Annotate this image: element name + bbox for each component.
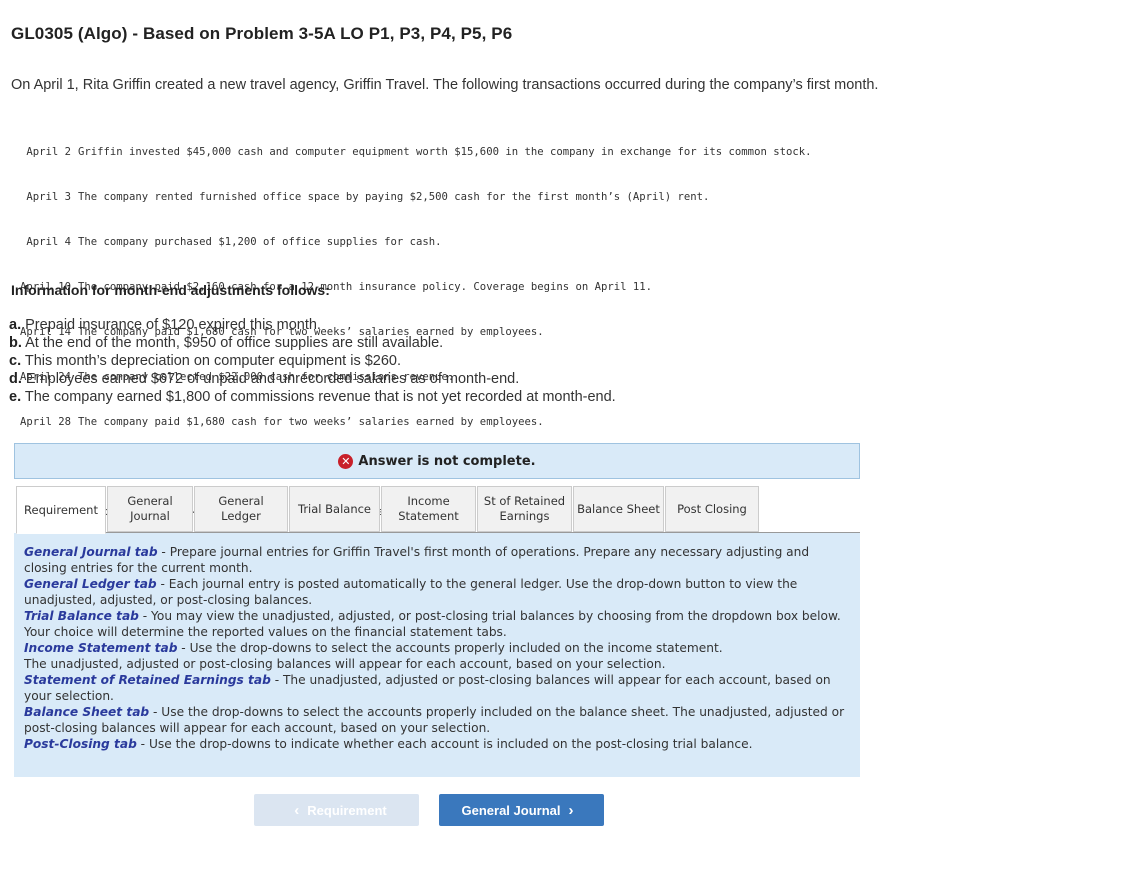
transaction-row: April 3 The company rented furnished offi… — [11, 190, 811, 205]
requirement-label: Trial Balance tab — [24, 609, 139, 623]
previous-button-label: Requirement — [307, 802, 387, 818]
error-x-icon: ✕ — [338, 453, 354, 469]
tab-trial-balance[interactable]: Trial Balance — [289, 486, 380, 532]
requirement-text: - Use the drop-downs to indicate whether… — [136, 737, 753, 751]
requirement-label: General Journal tab — [24, 545, 158, 559]
transaction-row: April 28 The company paid $1,680 cash for… — [11, 415, 811, 430]
next-general-journal-button[interactable]: General Journal › — [439, 794, 604, 826]
tab-balance-sheet[interactable]: Balance Sheet — [573, 486, 664, 532]
requirement-label: General Ledger tab — [24, 577, 157, 591]
adjustment-text: Employees earned $672 of unpaid and unre… — [25, 371, 520, 387]
transaction-text: The company paid $1,680 cash for two wee… — [78, 416, 544, 428]
requirement-label: Income Statement tab — [24, 641, 178, 655]
adjustment-key: c. — [9, 353, 22, 369]
tab-label-line1: General — [127, 494, 173, 508]
tab-label-line1: General — [218, 494, 264, 508]
tab-label: General Journal — [127, 494, 172, 524]
tab-label: General Ledger — [218, 494, 263, 524]
requirement-label: Post-Closing tab — [24, 737, 137, 751]
status-text: Answer is not complete. — [358, 453, 536, 469]
adjustment-text: Prepaid insurance of $120 expired this m… — [25, 317, 321, 333]
tab-post-closing[interactable]: Post Closing — [665, 486, 759, 532]
requirement-label: Statement of Retained Earnings tab — [24, 673, 271, 687]
requirement-item: Statement of Retained Earnings tab - The… — [24, 672, 850, 704]
transaction-text: The company rented furnished office spac… — [78, 191, 710, 203]
adjustment-key: e. — [9, 389, 22, 405]
tab-label-line2: Earnings — [499, 509, 550, 523]
adjustment-text: At the end of the month, $950 of office … — [25, 335, 444, 351]
adjustment-item: b. At the end of the month, $950 of offi… — [9, 334, 616, 352]
tab-label-line1: Income — [407, 494, 450, 508]
tab-label-line1: St of Retained — [483, 494, 566, 508]
tab-label-line2: Journal — [130, 509, 170, 523]
adjustment-text: The company earned $1,800 of commissions… — [24, 389, 616, 405]
chevron-left-icon: ‹ — [294, 801, 300, 819]
tab-label: Trial Balance — [297, 501, 372, 516]
requirement-label: Balance Sheet tab — [24, 705, 150, 719]
transaction-text: Griffin invested $45,000 cash and comput… — [78, 146, 812, 158]
previous-requirement-button[interactable]: ‹ Requirement — [254, 794, 419, 826]
adjustment-item: e. The company earned $1,800 of commissi… — [9, 388, 616, 406]
page-title: GL0305 (Algo) - Based on Problem 3-5A LO… — [11, 24, 513, 43]
requirement-item: Trial Balance tab - You may view the una… — [24, 608, 850, 640]
transaction-text: The company purchased $1,200 of office s… — [78, 236, 442, 248]
adjustment-item: d. Employees earned $672 of unpaid and u… — [9, 370, 616, 388]
requirement-text: - Use the drop-downs to select the accou… — [177, 641, 723, 655]
tab-st-of-retained-earnings[interactable]: St of Retained Earnings — [477, 486, 572, 532]
requirement-item: Income Statement tab - Use the drop-down… — [24, 640, 850, 672]
adjustment-key: b. — [9, 335, 22, 351]
tab-label: Requirement — [24, 502, 98, 517]
adjustment-key: d. — [9, 371, 22, 387]
tab-requirement[interactable]: Requirement — [16, 486, 106, 534]
transaction-date: April 4 — [26, 236, 71, 248]
tab-label: Income Statement — [398, 494, 459, 524]
chevron-right-icon: › — [568, 801, 574, 819]
adjustment-item: a. Prepaid insurance of $120 expired thi… — [9, 316, 616, 334]
tab-label: St of Retained Earnings — [484, 494, 565, 524]
transaction-row: April 2 Griffin invested $45,000 cash and… — [11, 145, 811, 160]
transaction-date: April 2 — [26, 146, 71, 158]
requirement-item: General Journal tab - Prepare journal en… — [24, 544, 850, 576]
tab-bar: Requirement General Journal General Ledger… — [16, 486, 760, 534]
requirement-item: Balance Sheet tab - Use the drop-downs t… — [24, 704, 850, 736]
answer-status-banner: ✕ Answer is not complete. — [14, 443, 860, 479]
tab-general-ledger[interactable]: General Ledger — [194, 486, 288, 532]
tab-label-line2: Statement — [398, 509, 459, 523]
requirement-text: - You may view the unadjusted, adjusted,… — [24, 609, 841, 639]
next-button-label: General Journal — [461, 802, 561, 818]
adjustment-key: a. — [9, 317, 22, 333]
intro-text: On April 1, Rita Griffin created a new t… — [11, 77, 879, 93]
transaction-date: April 3 — [26, 191, 71, 203]
adjustments-list: a. Prepaid insurance of $120 expired thi… — [9, 316, 616, 406]
requirement-text-extra: The unadjusted, adjusted or post-closing… — [24, 657, 666, 671]
tab-general-journal[interactable]: General Journal — [107, 486, 193, 532]
requirement-panel: General Journal tab - Prepare journal en… — [14, 533, 860, 777]
tab-label: Balance Sheet — [577, 501, 660, 516]
tab-label: Post Closing — [677, 501, 747, 516]
requirement-item: Post-Closing tab - Use the drop-downs to… — [24, 736, 850, 752]
transaction-date: April 28 — [19, 416, 71, 428]
adjustment-item: c. This month’s depreciation on computer… — [9, 352, 616, 370]
tab-label-line2: Ledger — [221, 509, 261, 523]
transaction-row: April 4 The company purchased $1,200 of o… — [11, 235, 811, 250]
adjustment-text: This month’s depreciation on computer eq… — [24, 353, 402, 369]
tab-income-statement[interactable]: Income Statement — [381, 486, 476, 532]
adjustments-heading: Information for month-end adjustments fo… — [11, 282, 330, 298]
requirement-item: General Ledger tab - Each journal entry … — [24, 576, 850, 608]
